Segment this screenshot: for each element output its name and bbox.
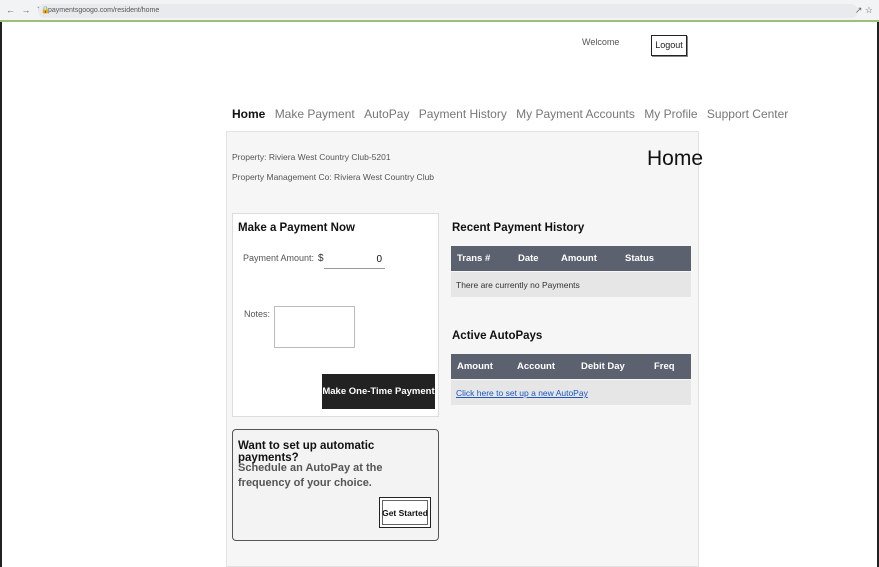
column-header-account: Account xyxy=(517,361,555,372)
browser-controls[interactable]: ↗ ☆ xyxy=(855,5,873,16)
logout-button[interactable]: Logout xyxy=(651,35,687,56)
column-header-status: Status xyxy=(625,253,655,264)
make-payment-card: Make a Payment Now Payment Amount: $ Not… xyxy=(232,213,439,417)
get-started-button[interactable]: Get Started xyxy=(379,497,431,528)
payment-history-header: Trans # Date Amount Status xyxy=(451,246,691,271)
column-header-debit-day: Debit Day xyxy=(581,361,625,372)
column-header-trans: Trans # xyxy=(457,253,491,264)
notes-label: Notes: xyxy=(244,309,271,319)
payment-history-empty-row: There are currently no Payments xyxy=(451,272,691,297)
make-one-time-payment-button[interactable]: Make One-Time Payment xyxy=(322,374,435,409)
active-autopays-title: Active AutoPays xyxy=(452,330,543,342)
currency-symbol: $ xyxy=(318,253,324,264)
payment-amount-label: Payment Amount: xyxy=(243,253,315,263)
property-management-company: Property Management Co: Riviera West Cou… xyxy=(232,172,435,182)
column-header-freq: Freq xyxy=(654,361,675,372)
autopay-promo-card: Want to set up automatic payments? Sched… xyxy=(232,429,439,541)
property-name: Property: Riviera West Country Club-5201 xyxy=(232,152,391,162)
notes-textarea[interactable] xyxy=(274,306,355,348)
column-header-amount: Amount xyxy=(561,253,597,264)
autopays-setup-row: Click here to set up a new AutoPay xyxy=(451,380,691,405)
address-bar[interactable]: 🔒 paymentsgoogo.com/resident/home xyxy=(38,4,858,18)
nav-my-payment-accounts[interactable]: My Payment Accounts xyxy=(516,107,635,121)
setup-autopay-link[interactable]: Click here to set up a new AutoPay xyxy=(456,388,588,398)
autopays-header: Amount Account Debit Day Freq xyxy=(451,354,691,379)
nav-payment-history[interactable]: Payment History xyxy=(419,107,507,121)
nav-support-center[interactable]: Support Center xyxy=(707,107,788,121)
nav-autopay[interactable]: AutoPay xyxy=(364,107,409,121)
column-header-amount: Amount xyxy=(457,361,493,372)
nav-home[interactable]: Home xyxy=(232,107,265,121)
nav-my-profile[interactable]: My Profile xyxy=(644,107,697,121)
payment-history-empty-message: There are currently no Payments xyxy=(456,280,580,290)
welcome-text: Welcome xyxy=(582,37,620,47)
browser-toolbar: ← → ↻ 🔒 paymentsgoogo.com/resident/home … xyxy=(0,0,879,22)
column-header-date: Date xyxy=(518,253,539,264)
nav-make-payment[interactable]: Make Payment xyxy=(275,107,355,121)
address-bar-url: paymentsgoogo.com/resident/home xyxy=(48,7,160,14)
autopay-promo-subtitle: Schedule an AutoPay at the frequency of … xyxy=(238,462,383,489)
lock-icon: 🔒 xyxy=(41,7,50,14)
recent-payment-history-title: Recent Payment History xyxy=(452,222,585,234)
page-title: Home xyxy=(647,147,704,170)
main-nav: Home Make Payment AutoPay Payment Histor… xyxy=(232,107,794,123)
payment-amount-input[interactable] xyxy=(324,251,385,269)
make-payment-title: Make a Payment Now xyxy=(238,222,355,234)
